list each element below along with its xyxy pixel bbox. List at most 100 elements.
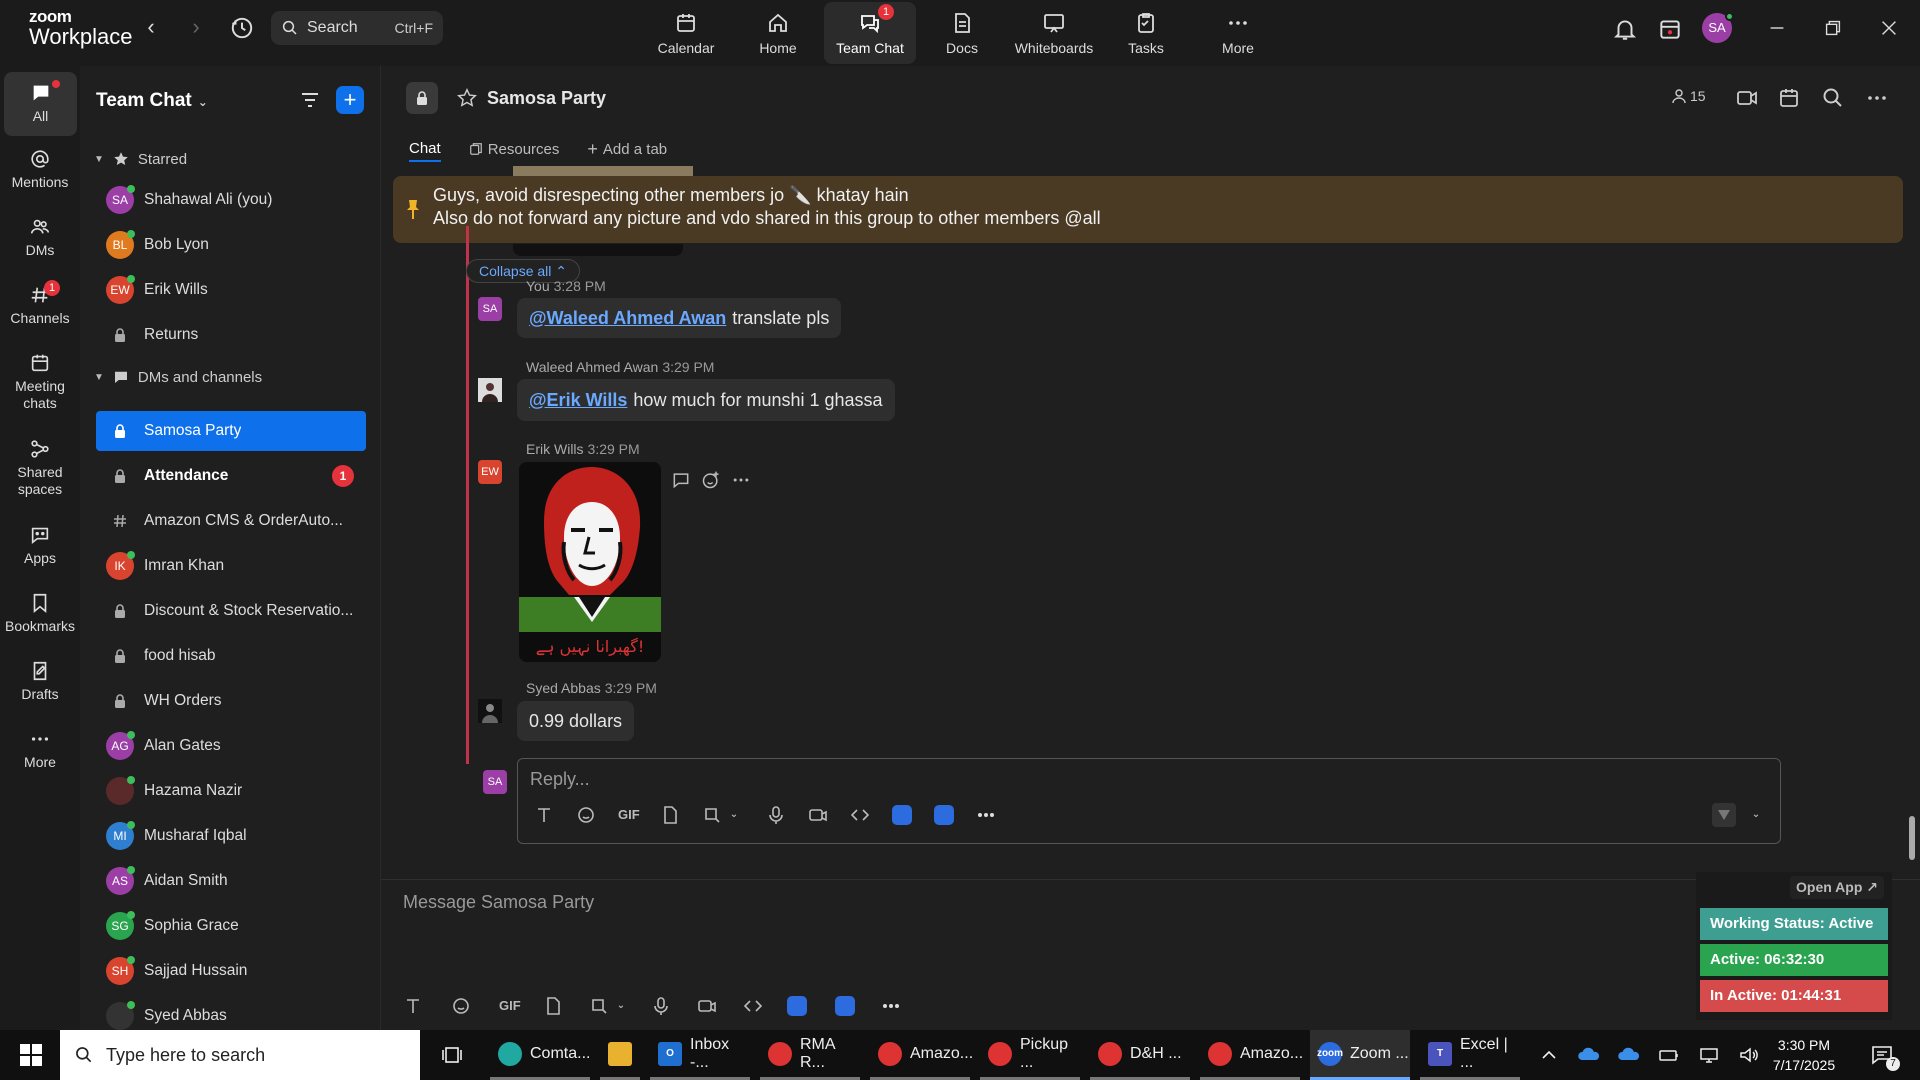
format-text-icon[interactable] (403, 996, 423, 1016)
screenshot-icon[interactable] (702, 805, 722, 825)
onedrive-icon[interactable] (1618, 1044, 1640, 1066)
sidebar-item-discount-stock[interactable]: Discount & Stock Reservatio... (96, 591, 366, 631)
calendar-status-icon[interactable] (1657, 16, 1683, 42)
dms-channels-section-header[interactable]: ▼ DMs and channels (94, 368, 262, 386)
reply-thread-icon[interactable] (671, 470, 691, 490)
taskbar-app-outlook[interactable]: O Inbox -... (650, 1030, 750, 1080)
more-options-icon[interactable] (1865, 86, 1889, 110)
avatar[interactable]: SA (478, 297, 502, 321)
sidebar-item-sajjad-hussain[interactable]: SH Sajjad Hussain (96, 951, 366, 991)
shared-image[interactable]: گھبرانا نہیں ہے! (519, 462, 661, 662)
mention-link[interactable]: @Waleed Ahmed Awan (529, 308, 726, 329)
app-extension-icon[interactable] (835, 996, 855, 1016)
taskbar-search[interactable]: Type here to search (60, 1030, 420, 1080)
app-extension-icon[interactable] (892, 805, 912, 825)
search-icon[interactable] (1821, 86, 1845, 110)
sidebar-title[interactable]: Team Chat ⌄ (96, 90, 208, 112)
task-view-icon[interactable] (440, 1043, 464, 1067)
taskbar-app-zoom[interactable]: zoom Zoom ... (1310, 1030, 1410, 1080)
microphone-icon[interactable] (651, 996, 671, 1016)
calendar-icon[interactable] (1777, 86, 1801, 110)
screenshot-icon[interactable] (589, 996, 609, 1016)
chevron-down-icon[interactable]: ⌄ (724, 805, 744, 825)
history-icon[interactable] (229, 15, 255, 41)
battery-icon[interactable] (1658, 1044, 1680, 1066)
onedrive-icon[interactable] (1578, 1044, 1600, 1066)
sidebar-item-aidan-smith[interactable]: AS Aidan Smith (96, 861, 366, 901)
tab-resources[interactable]: Resources (469, 136, 559, 162)
sidebar-item-returns[interactable]: Returns (96, 315, 366, 355)
sidebar-item-syed-abbas[interactable]: Syed Abbas (96, 996, 366, 1030)
back-arrow-icon[interactable]: ‹ (139, 16, 163, 40)
restore-icon[interactable] (1822, 17, 1844, 39)
tab-more[interactable]: More (1192, 2, 1284, 64)
rail-item-apps[interactable]: Apps (0, 524, 80, 567)
emoji-react-icon[interactable] (701, 470, 721, 490)
more-actions-icon[interactable] (731, 470, 751, 490)
channel-title[interactable]: Samosa Party (487, 88, 606, 109)
bell-icon[interactable] (1612, 16, 1638, 42)
chevron-down-icon[interactable]: ⌄ (611, 996, 631, 1016)
avatar[interactable] (478, 699, 502, 723)
reply-box[interactable]: Reply... GIF ⌄ ⌄ (517, 758, 1781, 844)
app-extension-icon[interactable] (934, 805, 954, 825)
message-bubble[interactable]: 0.99 dollars (517, 701, 635, 741)
message-bubble[interactable]: @Erik Wills how much for munshi 1 ghassa (517, 379, 895, 421)
rail-item-all[interactable]: All (4, 72, 77, 136)
code-icon[interactable] (743, 996, 763, 1016)
microphone-icon[interactable] (766, 805, 786, 825)
new-chat-button[interactable]: + (336, 86, 364, 114)
video-message-icon[interactable] (808, 805, 828, 825)
pinned-message[interactable]: Guys, avoid disrespecting other members … (393, 176, 1903, 243)
forward-arrow-icon[interactable]: › (184, 16, 208, 40)
search-bar[interactable]: Search Ctrl+F (271, 11, 443, 45)
taskbar-app-chrome-amazon[interactable]: Amazo... (870, 1030, 973, 1080)
user-avatar[interactable]: SA (1702, 12, 1734, 43)
more-tools-icon[interactable] (976, 805, 996, 825)
file-icon[interactable] (543, 996, 563, 1016)
tab-team-chat[interactable]: 1 Team Chat (824, 2, 916, 64)
notification-center[interactable]: 7 (1870, 1043, 1900, 1071)
windows-start-icon[interactable] (20, 1044, 42, 1066)
tab-tasks[interactable]: Tasks (1100, 2, 1192, 64)
send-icon[interactable] (1712, 803, 1736, 827)
rail-item-drafts[interactable]: Drafts (0, 660, 80, 703)
sidebar-item-musharaf-iqbal[interactable]: MI Musharaf Iqbal (96, 816, 366, 856)
tab-chat[interactable]: Chat (409, 136, 441, 162)
code-icon[interactable] (850, 805, 870, 825)
star-icon[interactable] (456, 87, 478, 109)
tab-docs[interactable]: Docs (916, 2, 1008, 64)
system-clock[interactable]: 3:30 PM 7/17/2025 (1764, 1035, 1844, 1075)
mention-link[interactable]: @Erik Wills (529, 390, 627, 411)
emoji-icon[interactable] (576, 805, 596, 825)
close-icon[interactable] (1878, 17, 1900, 39)
video-message-icon[interactable] (697, 996, 717, 1016)
sidebar-item-sophia-grace[interactable]: SG Sophia Grace (96, 906, 366, 946)
rail-item-channels[interactable]: 1 Channels (0, 280, 80, 327)
taskbar-app-excel[interactable]: T Excel | ... (1420, 1030, 1520, 1080)
chevron-down-icon[interactable]: ⌄ (1746, 805, 1766, 825)
sidebar-item-alan-gates[interactable]: AG Alan Gates (96, 726, 366, 766)
tab-add[interactable]: + Add a tab (587, 136, 667, 162)
tray-chevron-up-icon[interactable] (1538, 1044, 1560, 1066)
rail-item-bookmarks[interactable]: Bookmarks (0, 592, 80, 635)
members-count[interactable]: 15 (1671, 88, 1706, 104)
video-icon[interactable] (1735, 86, 1759, 110)
sidebar-item-hazama-nazir[interactable]: Hazama Nazir (96, 771, 366, 811)
avatar[interactable]: EW (478, 460, 502, 484)
sidebar-item-wh-orders[interactable]: WH Orders (96, 681, 366, 721)
sidebar-item-erik-wills[interactable]: EW Erik Wills (96, 270, 366, 310)
taskbar-app-chrome-pickup[interactable]: Pickup ... (980, 1030, 1080, 1080)
gif-button[interactable]: GIF (618, 805, 640, 825)
more-tools-icon[interactable] (881, 996, 901, 1016)
sidebar-item-imran-khan[interactable]: IK Imran Khan (96, 546, 366, 586)
taskbar-app-chrome-rma[interactable]: RMA R... (760, 1030, 860, 1080)
rail-item-dms[interactable]: DMs (0, 216, 80, 259)
file-icon[interactable] (660, 805, 680, 825)
format-text-icon[interactable] (534, 805, 554, 825)
app-extension-icon[interactable] (787, 996, 807, 1016)
sidebar-item-shahawal-ali[interactable]: SA Shahawal Ali (you) (96, 180, 366, 220)
network-icon[interactable] (1698, 1044, 1720, 1066)
tab-whiteboards[interactable]: Whiteboards (1008, 2, 1100, 64)
sidebar-item-samosa-party[interactable]: Samosa Party (96, 411, 366, 451)
